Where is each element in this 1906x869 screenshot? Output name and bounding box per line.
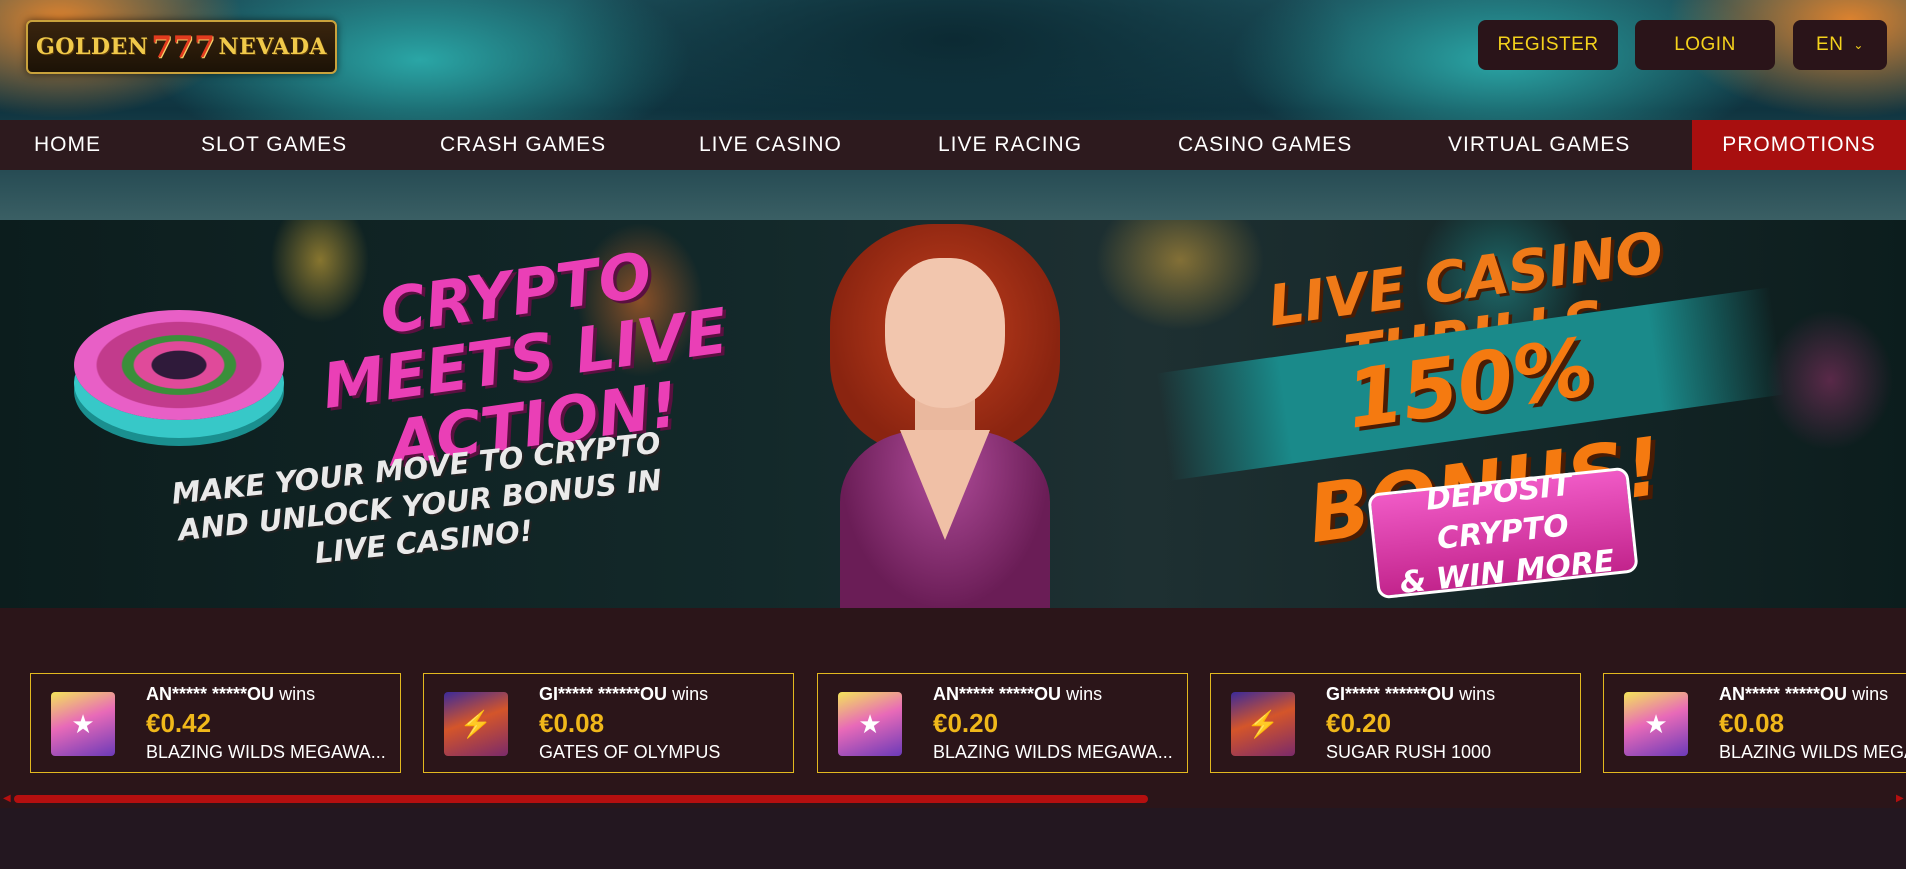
site-logo[interactable]: GOLDEN 777 NEVADA — [26, 20, 337, 74]
deposit-crypto-button[interactable]: DEPOSIT CRYPTO & WIN MORE — [1367, 466, 1639, 601]
logo-text-left: GOLDEN — [36, 34, 149, 60]
nav-crash-games[interactable]: CRASH GAMES — [440, 120, 606, 170]
nav-live-casino[interactable]: LIVE CASINO — [699, 120, 842, 170]
winner-amount: €0.20 — [1326, 708, 1392, 738]
winner-suffix: wins — [1459, 684, 1496, 704]
winner-card[interactable]: ★ AN***** *****OU wins €0.08 BLAZING WIL… — [1603, 673, 1906, 773]
nav-live-racing[interactable]: LIVE RACING — [938, 120, 1082, 170]
gates-thumb-icon: ⚡ — [444, 692, 508, 756]
nav-casino-games[interactable]: CASINO GAMES — [1178, 120, 1352, 170]
winner-user: GI***** ******OU — [539, 684, 668, 704]
roulette-wheel-icon — [74, 310, 284, 420]
scrollbar-thumb[interactable] — [14, 795, 1148, 803]
nav-home[interactable]: HOME — [34, 120, 101, 170]
sugar-rush-thumb-icon: ★ — [1624, 692, 1688, 756]
winner-game: SUGAR RUSH 1000 — [1326, 742, 1492, 762]
winner-user: AN***** *****OU — [1719, 684, 1848, 704]
recent-winners-strip: ★ AN***** *****OU wins €0.42 BLAZING WIL… — [0, 608, 1906, 808]
winner-suffix: wins — [1066, 684, 1103, 704]
winner-card[interactable]: ⚡ GI***** ******OU wins €0.20 SUGAR RUSH… — [1210, 673, 1581, 773]
page-bottom — [0, 808, 1906, 869]
winner-game: BLAZING WILDS MEGAWA... — [146, 742, 386, 762]
gates-thumb-icon: ⚡ — [1231, 692, 1295, 756]
winner-suffix: wins — [279, 684, 316, 704]
winner-amount: €0.42 — [146, 708, 212, 738]
chevron-down-icon: ⌄ — [1853, 38, 1864, 52]
language-label: EN — [1816, 34, 1844, 55]
nav-slot-games[interactable]: SLOT GAMES — [201, 120, 347, 170]
sugar-rush-thumb-icon: ★ — [51, 692, 115, 756]
sugar-rush-thumb-icon: ★ — [838, 692, 902, 756]
main-navigation: HOME SLOT GAMES CRASH GAMES LIVE CASINO … — [0, 120, 1906, 170]
winner-amount: €0.20 — [933, 708, 999, 738]
winners-scrollbar[interactable]: ◀ ▶ — [0, 793, 1906, 804]
winner-game: BLAZING WILDS MEGA — [1719, 742, 1906, 762]
nav-virtual-games[interactable]: VIRTUAL GAMES — [1448, 120, 1630, 170]
winner-game: GATES OF OLYMPUS — [539, 742, 721, 762]
logo-sevens: 777 — [151, 29, 216, 65]
banner-model-image — [800, 220, 1090, 608]
nav-promotions[interactable]: PROMOTIONS — [1692, 120, 1906, 170]
scroll-right-arrow-icon[interactable]: ▶ — [1896, 793, 1904, 804]
header-background: GOLDEN 777 NEVADA REGISTER LOGIN EN ⌄ — [0, 0, 1906, 220]
winner-game: BLAZING WILDS MEGAWA... — [933, 742, 1173, 762]
winner-card[interactable]: ★ AN***** *****OU wins €0.42 BLAZING WIL… — [30, 673, 401, 773]
winner-amount: €0.08 — [539, 708, 605, 738]
winner-user: GI***** ******OU — [1326, 684, 1455, 704]
scroll-left-arrow-icon[interactable]: ◀ — [3, 793, 11, 804]
logo-text-right: NEVADA — [218, 34, 327, 60]
login-button[interactable]: LOGIN — [1635, 20, 1775, 70]
winner-suffix: wins — [1852, 684, 1889, 704]
winner-user: AN***** *****OU — [933, 684, 1062, 704]
register-button[interactable]: REGISTER — [1478, 20, 1618, 70]
language-selector[interactable]: EN ⌄ — [1793, 20, 1887, 70]
winner-card[interactable]: ★ AN***** *****OU wins €0.20 BLAZING WIL… — [817, 673, 1188, 773]
winner-suffix: wins — [672, 684, 709, 704]
winner-card[interactable]: ⚡ GI***** ******OU wins €0.08 GATES OF O… — [423, 673, 794, 773]
winner-amount: €0.08 — [1719, 708, 1785, 738]
promo-banner[interactable]: CRYPTO MEETS LIVE ACTION! MAKE YOUR MOVE… — [0, 220, 1906, 608]
winner-user: AN***** *****OU — [146, 684, 275, 704]
